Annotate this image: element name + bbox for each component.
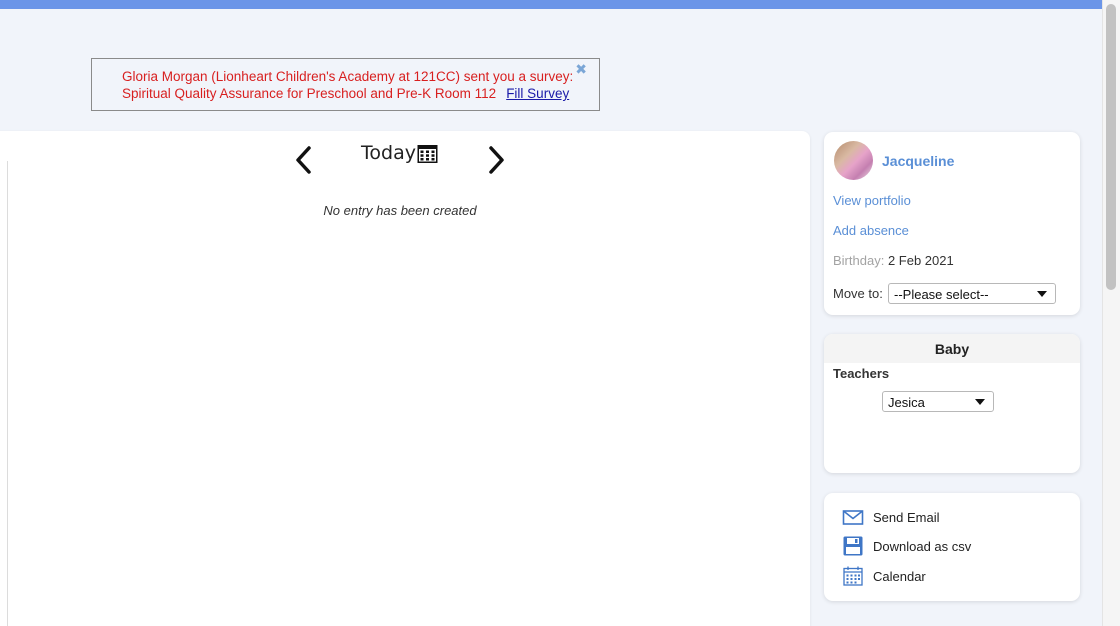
teachers-label: Teachers [833, 366, 890, 381]
birthday-label: Birthday: [833, 253, 885, 268]
actions-card: Send Email Download as csv Calendar [824, 493, 1080, 601]
download-csv-action[interactable]: Download as csv [842, 535, 971, 557]
notice-survey-title: Spiritual Quality Assurance for Preschoo… [122, 86, 497, 101]
empty-state-message: No entry has been created [323, 203, 477, 218]
panel-divider [7, 161, 8, 626]
previous-day-arrow-icon[interactable] [294, 145, 314, 175]
envelope-icon [842, 510, 864, 525]
notice-line-1: Gloria Morgan (Lionheart Children's Acad… [122, 69, 574, 84]
send-email-label: Send Email [873, 509, 940, 525]
chevron-down-icon [975, 399, 985, 405]
close-icon[interactable]: ✖ [575, 61, 587, 78]
avatar[interactable] [834, 141, 873, 180]
scrollbar-thumb[interactable] [1106, 4, 1116, 290]
birthday-row: Birthday: 2 Feb 2021 [833, 253, 954, 268]
birthday-value: 2 Feb 2021 [887, 253, 954, 268]
view-portfolio-link[interactable]: View portfolio [833, 193, 911, 208]
move-to-select[interactable]: --Please select-- [888, 283, 1056, 304]
move-to-selected-value: --Please select-- [894, 287, 989, 302]
teacher-selected-value: Jesica [888, 395, 925, 410]
date-picker-calendar-icon[interactable] [417, 144, 438, 164]
room-card: Baby Teachers Jesica [824, 334, 1080, 473]
teacher-select[interactable]: Jesica [882, 391, 994, 412]
next-day-arrow-icon[interactable] [486, 145, 506, 175]
download-csv-label: Download as csv [873, 538, 972, 554]
date-label: Today [361, 142, 416, 164]
calendar-icon [843, 566, 863, 586]
room-name: Baby [824, 334, 1080, 363]
calendar-action[interactable]: Calendar [842, 565, 926, 587]
send-email-action[interactable]: Send Email [842, 506, 939, 528]
floppy-disk-icon [843, 536, 863, 556]
move-to-label: Move to: [833, 286, 883, 301]
fill-survey-link[interactable]: Fill Survey [506, 86, 569, 101]
top-accent-bar [0, 0, 1102, 9]
add-absence-link[interactable]: Add absence [833, 223, 909, 238]
notice-line-2: Spiritual Quality Assurance for Preschoo… [122, 85, 599, 102]
chevron-down-icon [1037, 291, 1047, 297]
child-name[interactable]: Jacqueline [882, 153, 954, 169]
calendar-label: Calendar [873, 568, 926, 584]
child-profile-card: Jacqueline View portfolio Add absence Bi… [824, 132, 1080, 315]
survey-notice: Gloria Morgan (Lionheart Children's Acad… [91, 58, 600, 111]
